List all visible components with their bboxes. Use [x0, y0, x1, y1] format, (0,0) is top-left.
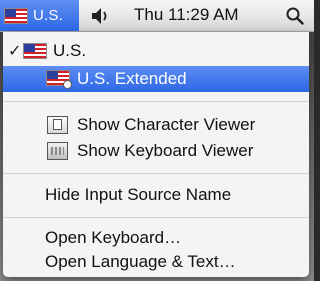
input-source-menu: ✓ U.S. U.S. Extended Show Character View…	[3, 32, 309, 277]
us-flag-icon	[23, 43, 47, 59]
menu-item-label: U.S. Extended	[77, 69, 187, 88]
input-source-label: U.S.	[33, 7, 63, 24]
menu-item-show-keyboard-viewer[interactable]: Show Keyboard Viewer	[3, 138, 309, 164]
menu-item-open-keyboard[interactable]: Open Keyboard…	[3, 225, 309, 251]
menu-item-show-character-viewer[interactable]: Show Character Viewer	[3, 112, 309, 138]
menu-item-label: Open Language & Text…	[45, 252, 236, 271]
keyboard-viewer-icon	[47, 142, 68, 160]
menu-item-label: Hide Input Source Name	[45, 185, 232, 204]
menu-bar: U.S. Thu 11:29 AM	[0, 0, 314, 32]
menu-item-label: U.S.	[53, 41, 87, 60]
search-icon[interactable]	[285, 6, 305, 26]
menubar-clock[interactable]: Thu 11:29 AM	[134, 5, 239, 25]
menu-item-label: Show Character Viewer	[77, 115, 256, 134]
menu-item-us-extended[interactable]: U.S. Extended	[3, 66, 309, 92]
menu-item-open-language-text[interactable]: Open Language & Text…	[3, 249, 309, 275]
menu-item-hide-input-source-name[interactable]: Hide Input Source Name	[3, 182, 309, 208]
menu-item-label: Show Keyboard Viewer	[77, 141, 254, 160]
us-extended-flag-icon	[46, 70, 72, 89]
menu-item-label: Open Keyboard…	[45, 228, 182, 247]
menu-item-us[interactable]: ✓ U.S.	[3, 38, 309, 64]
input-menu-button[interactable]: U.S.	[0, 0, 79, 31]
menu-separator	[3, 173, 309, 174]
us-flag-icon	[4, 7, 28, 24]
volume-icon[interactable]	[90, 6, 112, 26]
menu-separator	[3, 217, 309, 218]
menu-separator	[3, 101, 309, 102]
character-viewer-icon	[47, 116, 68, 134]
checkmark-icon: ✓	[8, 43, 22, 60]
